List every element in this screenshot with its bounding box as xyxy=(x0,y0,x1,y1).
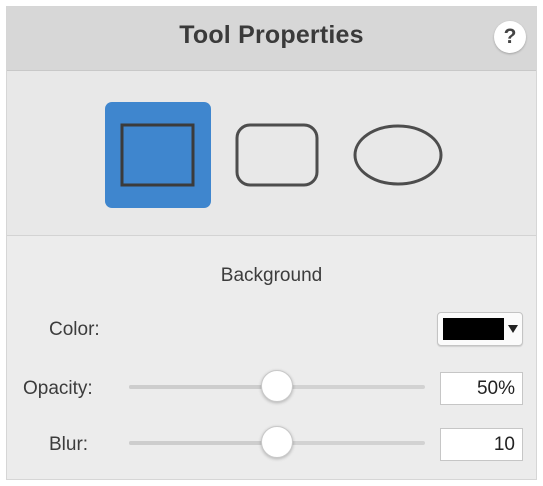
shape-tool-group xyxy=(7,71,536,236)
panel-header: Tool Properties ? xyxy=(7,7,536,71)
panel-title: Tool Properties xyxy=(179,21,364,49)
rounded-rectangle-tool-button[interactable] xyxy=(225,102,331,208)
blur-slider[interactable] xyxy=(129,426,425,458)
rectangle-tool-button[interactable] xyxy=(105,102,211,208)
color-picker[interactable] xyxy=(437,312,523,346)
blur-label: Blur: xyxy=(49,434,89,455)
opacity-slider-thumb[interactable] xyxy=(261,370,293,402)
opacity-slider-fill xyxy=(129,385,277,389)
color-swatch xyxy=(443,318,504,340)
dropdown-arrow-icon xyxy=(508,325,518,333)
rounded-rectangle-icon xyxy=(235,123,319,187)
blur-field[interactable] xyxy=(440,428,523,461)
color-label: Color: xyxy=(49,319,100,340)
ellipse-tool-button[interactable] xyxy=(345,102,451,208)
help-button[interactable]: ? xyxy=(494,21,526,53)
opacity-label: Opacity: xyxy=(23,378,93,399)
background-section-title: Background xyxy=(220,265,323,286)
rectangle-icon xyxy=(120,123,195,187)
ellipse-icon xyxy=(353,124,443,186)
blur-slider-thumb[interactable] xyxy=(261,426,293,458)
tool-properties-panel: Tool Properties ? Background Color: Opac… xyxy=(6,6,537,480)
opacity-field[interactable] xyxy=(440,372,523,405)
blur-slider-fill xyxy=(129,441,277,445)
opacity-slider[interactable] xyxy=(129,370,425,402)
